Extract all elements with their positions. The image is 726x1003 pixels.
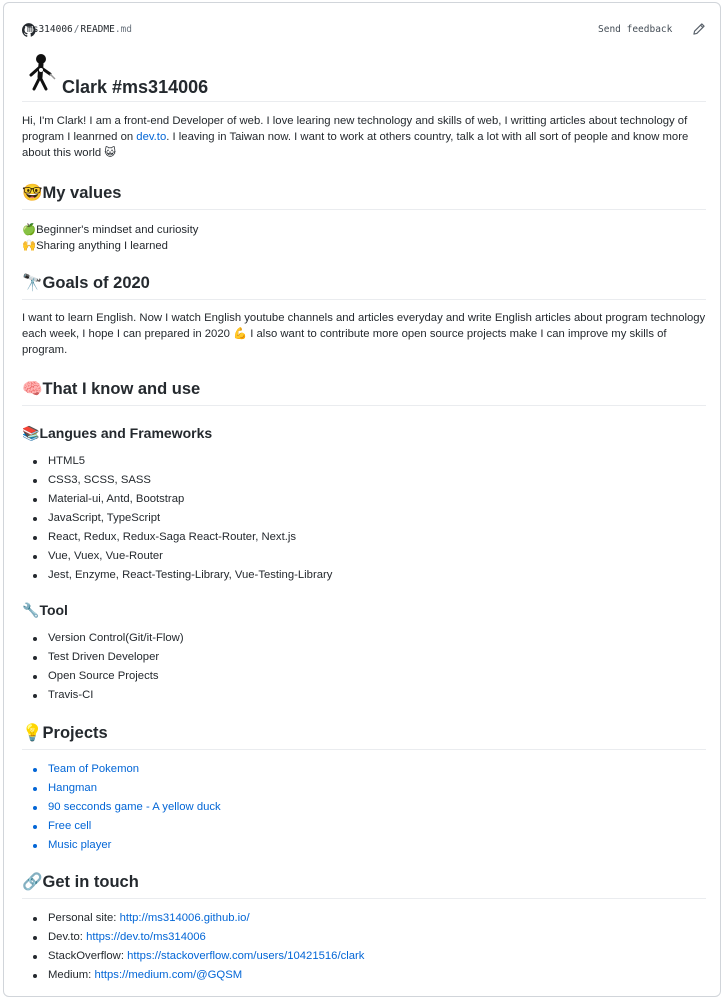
list-item: Version Control(Git/it-Flow) xyxy=(22,629,184,648)
path-separator: / xyxy=(73,24,80,35)
pencil-icon[interactable] xyxy=(692,22,706,36)
profile-title: Clark #ms314006 xyxy=(62,77,209,97)
list-item: CSS3, SCSS, SASS xyxy=(22,471,332,490)
list-item: JavaScript, TypeScript xyxy=(22,509,332,528)
section-heading-contact: 🔗Get in touch xyxy=(22,872,706,899)
list-item: React, Redux, Redux-Saga React-Router, N… xyxy=(22,528,332,547)
wrench-icon: 🔧 xyxy=(22,603,40,619)
list-item: HTML5 xyxy=(22,452,332,471)
list-item: Open Source Projects xyxy=(22,667,184,686)
medium-link[interactable]: https://medium.com/@GQSM xyxy=(94,969,242,981)
project-link[interactable]: Hangman xyxy=(22,779,221,798)
list-item: Material-ui, Antd, Bootstrap xyxy=(22,490,332,509)
nerd-face-icon: 🤓 xyxy=(22,183,43,202)
section-heading-goals: 🔭Goals of 2020 xyxy=(22,273,706,300)
light-bulb-icon: 💡 xyxy=(22,723,43,742)
subheading-languages: 📚Langues and Frameworks xyxy=(22,425,212,442)
readme-header: ms314006/README.md Send feedback xyxy=(4,3,720,45)
file-extension: .md xyxy=(114,24,132,35)
repo-owner-link[interactable]: ms314006 xyxy=(27,24,73,35)
contact-label: StackOverflow: xyxy=(48,950,128,962)
intro-paragraph: Hi, I'm Clark! I am a front-end Develope… xyxy=(22,113,706,161)
cat-emoji-icon: 😺 xyxy=(104,146,117,159)
contact-label: Medium: xyxy=(48,969,95,981)
subheading-tool: 🔧Tool xyxy=(22,602,68,619)
value-item: 🍏Beginner's mindset and curiosity xyxy=(22,223,198,236)
personal-site-link[interactable]: http://ms314006.github.io/ xyxy=(120,912,250,924)
section-heading-know: 🧠That I know and use xyxy=(22,379,706,406)
flexed-biceps-icon: 💪 xyxy=(233,327,248,340)
dev-to-link[interactable]: dev.to xyxy=(136,131,166,143)
list-item: Test Driven Developer xyxy=(22,648,184,667)
project-link[interactable]: 90 secconds game - A yellow duck xyxy=(22,798,221,817)
link-icon: 🔗 xyxy=(22,872,43,891)
profile-heading: Clark #ms314006 xyxy=(22,51,706,102)
stackoverflow-link[interactable]: https://stackoverflow.com/users/10421516… xyxy=(127,950,364,962)
brain-icon: 🧠 xyxy=(22,379,43,398)
project-link[interactable]: Free cell xyxy=(22,817,221,836)
contact-list: Personal site: http://ms314006.github.io… xyxy=(22,909,364,985)
file-breadcrumb: ms314006/README.md xyxy=(27,24,132,35)
projects-list: Team of Pokemon Hangman 90 secconds game… xyxy=(22,760,221,855)
project-link[interactable]: Music player xyxy=(22,836,221,855)
file-name: README xyxy=(80,24,115,35)
projects-heading-text: Projects xyxy=(42,724,108,742)
send-feedback-button[interactable]: Send feedback xyxy=(598,24,672,35)
tool-list: Version Control(Git/it-Flow) Test Driven… xyxy=(22,629,184,705)
contact-item: Dev.to: https://dev.to/ms314006 xyxy=(22,928,364,947)
section-heading-projects: 💡Projects xyxy=(22,723,706,750)
contact-item: StackOverflow: https://stackoverflow.com… xyxy=(22,947,364,966)
stick-figure-avatar-icon xyxy=(29,54,56,91)
contact-heading-text: Get in touch xyxy=(42,873,139,891)
know-heading-text: That I know and use xyxy=(42,380,201,398)
list-item: Jest, Enzyme, React-Testing-Library, Vue… xyxy=(22,566,332,585)
telescope-icon: 🔭 xyxy=(22,273,43,292)
value-item: 🙌Sharing anything I learned xyxy=(22,239,168,252)
languages-heading-text: Langues and Frameworks xyxy=(39,425,213,441)
languages-list: HTML5 CSS3, SCSS, SASS Material-ui, Antd… xyxy=(22,452,332,585)
contact-item: Personal site: http://ms314006.github.io… xyxy=(22,909,364,928)
devto-profile-link[interactable]: https://dev.to/ms314006 xyxy=(86,931,206,943)
readme-card: ms314006/README.md Send feedback Clark #… xyxy=(3,2,721,997)
books-icon: 📚 xyxy=(22,426,40,442)
value-item-text: Sharing anything I learned xyxy=(36,240,168,252)
value-item-text: Beginner's mindset and curiosity xyxy=(36,224,199,236)
section-heading-values: 🤓My values xyxy=(22,183,706,210)
goals-paragraph: I want to learn English. Now I watch Eng… xyxy=(22,310,706,358)
values-heading-text: My values xyxy=(42,184,122,202)
goals-heading-text: Goals of 2020 xyxy=(42,274,150,292)
list-item: Travis-CI xyxy=(22,686,184,705)
raised-hands-icon: 🙌 xyxy=(22,239,37,252)
contact-label: Personal site: xyxy=(48,912,120,924)
tool-heading-text: Tool xyxy=(39,602,68,618)
project-link[interactable]: Team of Pokemon xyxy=(22,760,221,779)
contact-label: Dev.to: xyxy=(48,931,87,943)
green-apple-icon: 🍏 xyxy=(22,223,37,236)
contact-item: Medium: https://medium.com/@GQSM xyxy=(22,966,364,985)
list-item: Vue, Vuex, Vue-Router xyxy=(22,547,332,566)
